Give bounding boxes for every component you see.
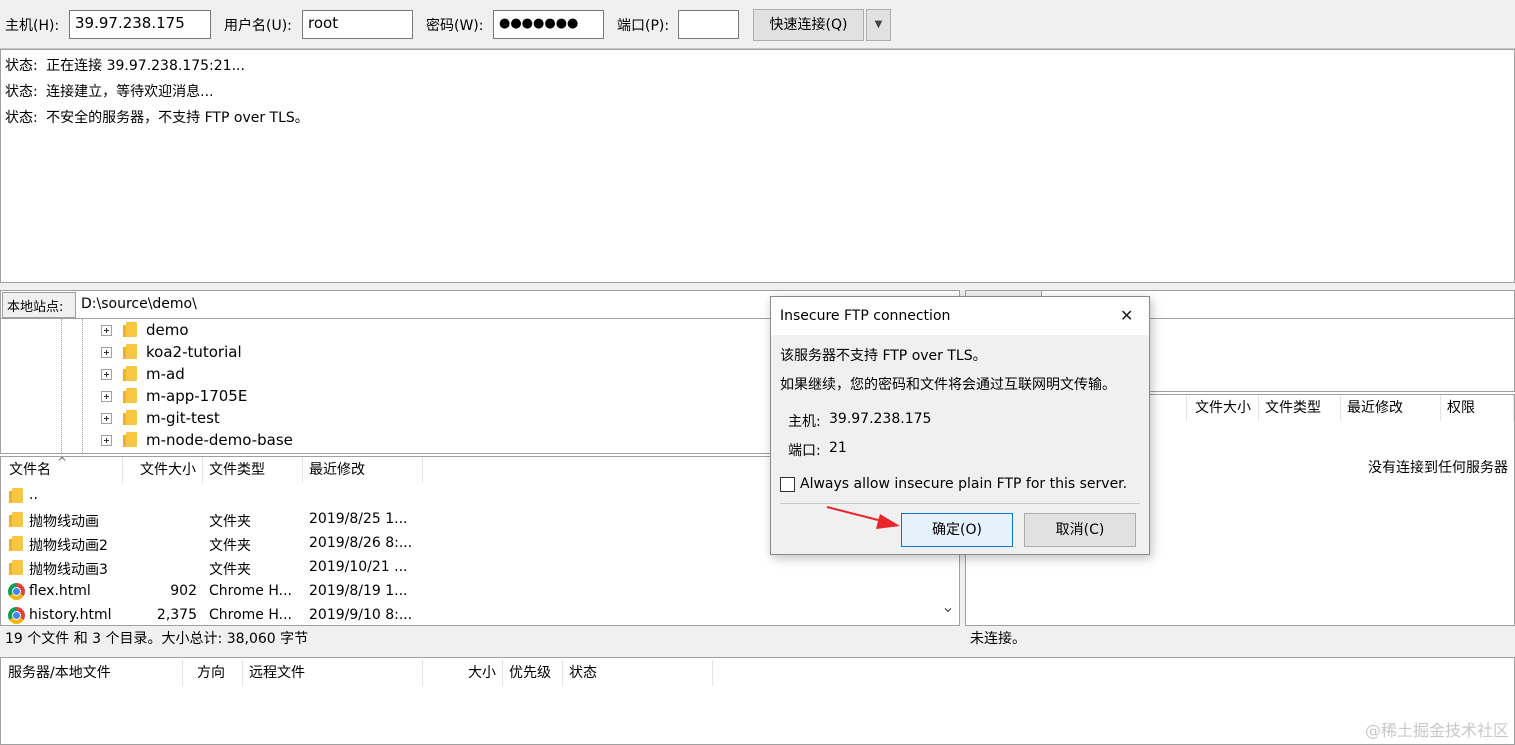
host-label: 主机(H): bbox=[5, 18, 60, 34]
expand-icon[interactable] bbox=[101, 413, 112, 424]
log-line: 状态: 正在连接 39.97.238.175:21... bbox=[5, 58, 245, 74]
local-path-input[interactable]: D:\source\demo\ bbox=[77, 293, 201, 315]
column-remote-filetype[interactable]: 文件类型 bbox=[1259, 395, 1341, 421]
column-status[interactable]: 状态 bbox=[563, 660, 713, 686]
dialog-title-bar[interactable]: Insecure FTP connection ✕ bbox=[771, 297, 1149, 335]
port-label: 端口(P): bbox=[617, 18, 670, 34]
folder-icon bbox=[9, 536, 23, 551]
port-input[interactable] bbox=[678, 10, 739, 39]
password-input[interactable]: ●●●●●●● bbox=[493, 10, 604, 39]
remote-empty-message: 没有连接到任何服务器 bbox=[1368, 460, 1508, 476]
folder-icon bbox=[9, 560, 23, 575]
folder-icon bbox=[123, 366, 137, 381]
column-direction[interactable]: 方向 bbox=[183, 660, 243, 686]
column-filename[interactable]: 文件名 ^ bbox=[1, 455, 123, 483]
dialog-host-label: 主机: bbox=[788, 414, 821, 430]
quickconnect-button[interactable]: 快速连接(Q) bbox=[753, 9, 864, 41]
dialog-port-value: 21 bbox=[829, 440, 847, 456]
expand-icon[interactable] bbox=[101, 391, 112, 402]
folder-icon bbox=[123, 432, 137, 447]
expand-icon[interactable] bbox=[101, 347, 112, 358]
column-filetype[interactable]: 文件类型 bbox=[203, 457, 303, 483]
transfer-queue[interactable]: 服务器/本地文件 方向 远程文件 大小 优先级 状态 bbox=[0, 657, 1515, 745]
folder-icon bbox=[123, 388, 137, 403]
column-size[interactable]: 大小 bbox=[423, 660, 503, 686]
dialog-message-line1: 该服务器不支持 FTP over TLS。 bbox=[780, 348, 987, 364]
always-allow-checkbox[interactable] bbox=[780, 477, 795, 492]
always-allow-label[interactable]: Always allow insecure plain FTP for this… bbox=[800, 476, 1127, 492]
chrome-icon bbox=[8, 583, 25, 600]
column-remote-filesize[interactable]: 文件大小 bbox=[1187, 395, 1259, 421]
column-priority[interactable]: 优先级 bbox=[503, 660, 563, 686]
folder-icon bbox=[123, 410, 137, 425]
chrome-icon bbox=[8, 607, 25, 624]
quickconnect-bar: 主机(H): 39.97.238.175 用户名(U): root 密码(W):… bbox=[0, 0, 1515, 49]
file-row[interactable]: 抛物线动画3 文件夹 2019/10/21 ... bbox=[1, 556, 941, 580]
horizontal-splitter[interactable] bbox=[0, 283, 1515, 290]
folder-icon bbox=[123, 344, 137, 359]
dialog-message-line2: 如果继续，您的密码和文件将会通过互联网明文传输。 bbox=[780, 377, 1116, 393]
log-line: 状态: 不安全的服务器，不支持 FTP over TLS。 bbox=[5, 110, 309, 126]
folder-icon bbox=[123, 322, 137, 337]
dialog-port-label: 端口: bbox=[788, 443, 821, 459]
expand-icon[interactable] bbox=[101, 435, 112, 446]
cancel-button[interactable]: 取消(C) bbox=[1024, 513, 1136, 547]
chevron-down-icon: ▼ bbox=[874, 19, 883, 30]
user-input[interactable]: root bbox=[302, 10, 413, 39]
folder-icon bbox=[9, 512, 23, 527]
red-arrow-annotation bbox=[826, 506, 900, 529]
file-row[interactable]: history.html 2,375 Chrome H... 2019/9/10… bbox=[1, 604, 941, 624]
close-icon[interactable]: ✕ bbox=[1120, 306, 1133, 325]
scroll-down-button[interactable]: ⌄ bbox=[939, 597, 957, 621]
expand-icon[interactable] bbox=[101, 369, 112, 380]
user-label: 用户名(U): bbox=[224, 18, 292, 34]
ok-button[interactable]: 确定(O) bbox=[901, 513, 1013, 547]
local-site-label: 本地站点: bbox=[2, 292, 76, 318]
queue-header: 服务器/本地文件 方向 远程文件 大小 优先级 状态 bbox=[1, 660, 1514, 686]
folder-icon bbox=[9, 488, 23, 503]
column-remote-file[interactable]: 远程文件 bbox=[243, 660, 423, 686]
file-row[interactable]: flex.html 902 Chrome H... 2019/8/19 1... bbox=[1, 580, 941, 604]
message-log[interactable]: 状态: 正在连接 39.97.238.175:21... 状态: 连接建立，等待… bbox=[0, 49, 1515, 283]
column-remote-modified[interactable]: 最近修改 bbox=[1341, 395, 1441, 421]
chevron-down-icon: ⌄ bbox=[941, 597, 955, 616]
column-filesize[interactable]: 文件大小 bbox=[123, 457, 203, 483]
sort-ascending-icon: ^ bbox=[57, 455, 68, 469]
quickconnect-dropdown-button[interactable]: ▼ bbox=[866, 9, 891, 41]
expand-icon[interactable] bbox=[101, 325, 112, 336]
remote-status-bar: 未连接。 bbox=[965, 626, 1515, 652]
dialog-title: Insecure FTP connection bbox=[780, 308, 951, 324]
watermark-text: @稀土掘金技术社区 bbox=[1364, 721, 1509, 740]
dialog-host-value: 39.97.238.175 bbox=[829, 411, 932, 427]
column-server-local-file[interactable]: 服务器/本地文件 bbox=[1, 660, 183, 686]
log-line: 状态: 连接建立，等待欢迎消息... bbox=[5, 84, 214, 100]
host-input[interactable]: 39.97.238.175 bbox=[69, 10, 211, 39]
column-remote-permissions[interactable]: 权限 bbox=[1441, 395, 1514, 421]
password-label: 密码(W): bbox=[426, 18, 484, 34]
local-status-bar: 19 个文件 和 3 个目录。大小总计: 38,060 字节 bbox=[0, 626, 960, 652]
column-modified[interactable]: 最近修改 bbox=[303, 457, 423, 483]
